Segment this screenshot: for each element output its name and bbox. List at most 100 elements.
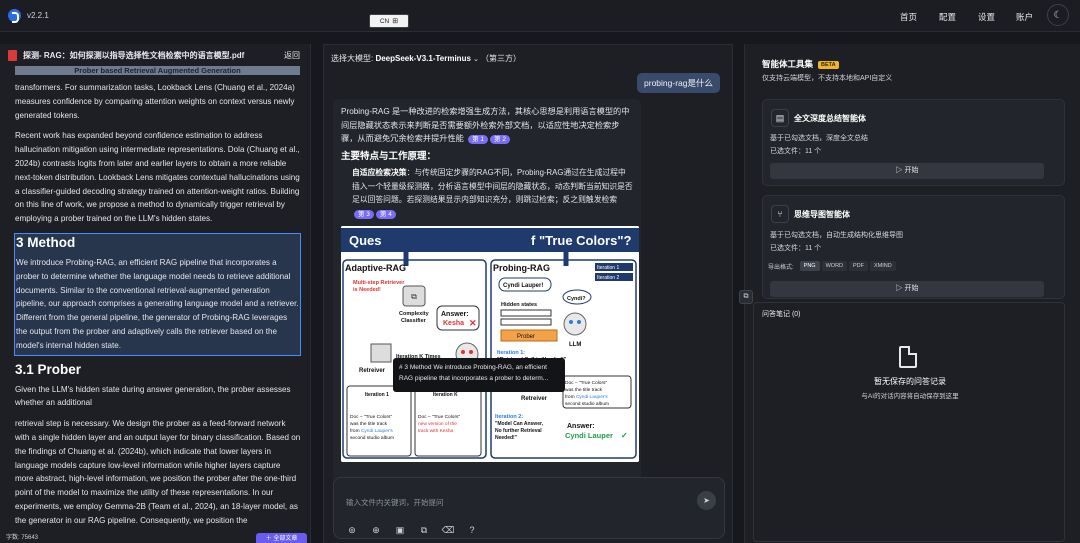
input-toolbar: ⊚ ⊕ ▣ ⧉ ⌫ ? (346, 524, 478, 536)
send-icon: ➤ (703, 496, 710, 505)
image-icon[interactable]: ▣ (394, 524, 406, 536)
nav-home[interactable]: 首页 (900, 11, 917, 23)
mindmap-agent-desc: 基于已勾选文档，自动生成结构化思维导图 (770, 232, 903, 239)
svg-text:Needed!": Needed!" (495, 435, 518, 441)
chat-input-placeholder: 输入文件内关键词，开始提问 (346, 498, 444, 507)
top-bar: v2.2.1 CN ⊞ 首页 配置 设置 账户 ☾ (0, 0, 1080, 32)
notes-title: 问答笔记 (0) (762, 311, 801, 318)
notes-hint: 与AI的对话内容将自动保存到这里 (861, 393, 959, 400)
model-prefix: 选择大模型: (331, 54, 376, 63)
theme-toggle[interactable]: ☾ (1047, 4, 1069, 26)
svg-text:from Cyndi Lauper's: from Cyndi Lauper's (565, 394, 608, 400)
app-logo-icon (8, 9, 21, 23)
assistant-answer: Probing-RAG 是一种改进的检索增强生成方法，其核心思想是利用语言模型的… (333, 99, 641, 519)
svg-text:Multi-step Retriever: Multi-step Retriever (353, 280, 405, 286)
model-selector[interactable]: 选择大模型: DeepSeek-V3.1-Terminus ⌄ （第三方） (331, 53, 521, 64)
svg-text:Classifier: Classifier (401, 318, 427, 324)
right-title: Probing-RAG (493, 263, 550, 273)
globe-icon[interactable]: ⊕ (370, 524, 382, 536)
answer-wrong: Kesha (443, 320, 464, 327)
selected-section[interactable]: 3 Method We introduce Probing-RAG, an ef… (14, 232, 301, 356)
chat-input-box[interactable]: 输入文件内关键词，开始提问 ➤ ⊚ ⊕ ▣ ⧉ ⌫ ? (333, 477, 725, 539)
answer-label-right: Answer: (567, 423, 595, 430)
banner-start: Ques (349, 233, 382, 248)
full-text-button[interactable]: ＋ 全部文章 (256, 533, 307, 543)
summary-start-button[interactable]: ▷ 开始 (770, 163, 1044, 179)
iteration1-left: Iteration 1 (365, 392, 389, 398)
nav-settings[interactable]: 设置 (978, 11, 995, 23)
document-filename: 探测- RAG：如何探测以指导选择性文档检索中的语言模型.pdf (23, 50, 245, 60)
svg-text:Doc – "True Colors": Doc – "True Colors" (350, 414, 392, 420)
empty-notes-icon (899, 346, 917, 368)
help-icon[interactable]: ? (466, 524, 478, 536)
summary-agent-desc: 基于已勾选文档，深度全文总结 (770, 135, 868, 142)
answer-section-title: 主要特点与工作原理： (341, 150, 437, 162)
prober-box: Prober (517, 334, 535, 340)
tools-panel: 智能体工具集 BETA 仅支持云端模型，不支持本地和API自定义 ▤ 全文深度总结… (744, 44, 1080, 543)
language-switch[interactable]: CN ⊞ (369, 14, 409, 28)
citation-tooltip: # 3 Method We introduce Probing-RAG, an … (393, 358, 565, 393)
chevron-down-icon: ⌄ (473, 56, 481, 63)
mindmap-agent-count: 已选文件：11 个 (770, 245, 822, 252)
probing-rag-figure: Ques f "True Colors"? Adaptive-RAG Probi… (341, 226, 639, 463)
svg-text:is Needed!: is Needed! (353, 287, 381, 293)
version-label: v2.2.1 (27, 11, 49, 20)
user-message: probing-rag是什么 (637, 73, 720, 93)
svg-text:was the title track: was the title track (565, 387, 603, 393)
qa-notes-panel: 问答笔记 (0) 暂无保存的问答记录 与AI的对话内容将自动保存到这里 (753, 302, 1065, 542)
svg-text:Iteration 2:: Iteration 2: (495, 414, 523, 420)
citation-badge[interactable]: 第 4 (375, 209, 396, 219)
moon-icon: ☾ (1053, 9, 1063, 21)
copy-icon[interactable]: ⧉ (418, 524, 430, 536)
pdf-icon (8, 49, 17, 61)
answer-bullet: 自适应检索决策：与传统固定步骤的RAG不同，Probing-RAG通过在生成过程… (341, 166, 633, 220)
svg-text:Iteration 1:: Iteration 1: (497, 350, 525, 356)
language-label: CN (379, 17, 390, 25)
model-name: DeepSeek-V3.1-Terminus (375, 54, 471, 63)
trash-icon[interactable]: ⌫ (442, 524, 455, 536)
section-heading-prober: 3.1 Prober (15, 361, 82, 377)
chat-panel: 选择大模型: DeepSeek-V3.1-Terminus ⌄ （第三方） pr… (323, 44, 733, 543)
full-text-label: 全部文章 (273, 536, 298, 542)
notes-empty-text: 暂无保存的问答记录 (874, 377, 946, 386)
mindmap-start-button[interactable]: ▷ 开始 (770, 281, 1044, 297)
send-button[interactable]: ➤ (697, 491, 716, 510)
export-format-label: 导出格式: (768, 264, 794, 271)
citation-badge[interactable]: 第 2 (490, 135, 510, 144)
citation-badge[interactable]: 第 3 (354, 209, 374, 219)
format-png[interactable]: PNG (799, 261, 820, 271)
svg-text:Doc – "True Colors": Doc – "True Colors" (565, 380, 607, 386)
model-suffix: （第三方） (480, 54, 521, 63)
citation-badge[interactable]: 第 1 (468, 135, 489, 144)
bullet-title: 自适应检索决策 (352, 168, 407, 177)
banner-end: f "True Colors"? (531, 233, 632, 248)
document-content: transformers. For summarization tasks, L… (14, 81, 301, 535)
svg-text:✕: ✕ (469, 318, 477, 328)
svg-text:was the title track: was the title track (350, 421, 388, 427)
back-button[interactable]: 返回 (284, 50, 300, 61)
answer-right: Cyndi Lauper (565, 431, 613, 440)
document-panel: 探测- RAG：如何探测以指导选择性文档检索中的语言模型.pdf 返回 Prob… (0, 44, 311, 543)
svg-text:track with Kesha: track with Kesha (418, 428, 454, 434)
nav-account[interactable]: 账户 (1016, 11, 1033, 23)
attach-icon[interactable]: ⊚ (346, 524, 358, 536)
collapse-toggle-icon[interactable]: ⧉ (739, 290, 753, 304)
format-xmind[interactable]: XMIND (870, 261, 896, 271)
document-header: 探测- RAG：如何探测以指导选择性文档检索中的语言模型.pdf 返回 (0, 44, 310, 66)
format-pdf[interactable]: PDF (849, 261, 869, 271)
document-icon: ▤ (771, 109, 789, 127)
nav-config[interactable]: 配置 (939, 11, 956, 23)
svg-text:✓: ✓ (621, 431, 628, 440)
paragraph: Given the LLM's hidden state during answ… (15, 384, 291, 408)
llm-right: LLM (569, 342, 581, 348)
paragraph: transformers. For summarization tasks, L… (15, 83, 295, 120)
legend-iteration2: Iteration 2 (597, 275, 619, 281)
svg-text:Complexity: Complexity (399, 311, 430, 317)
summary-agent-title: 全文深度总结智能体 (794, 114, 866, 123)
beta-badge: BETA (818, 60, 839, 69)
mindmap-agent-card: ⑂ 思维导图智能体 基于已勾选文档，自动生成结构化思维导图 已选文件：11 个 … (762, 195, 1065, 299)
left-title: Adaptive-RAG (345, 263, 406, 273)
tools-subtitle: 仅支持云端模型，不支持本地和API自定义 (762, 75, 893, 82)
format-word[interactable]: WORD (821, 261, 848, 271)
svg-text:No further Retrieval: No further Retrieval (495, 428, 542, 434)
